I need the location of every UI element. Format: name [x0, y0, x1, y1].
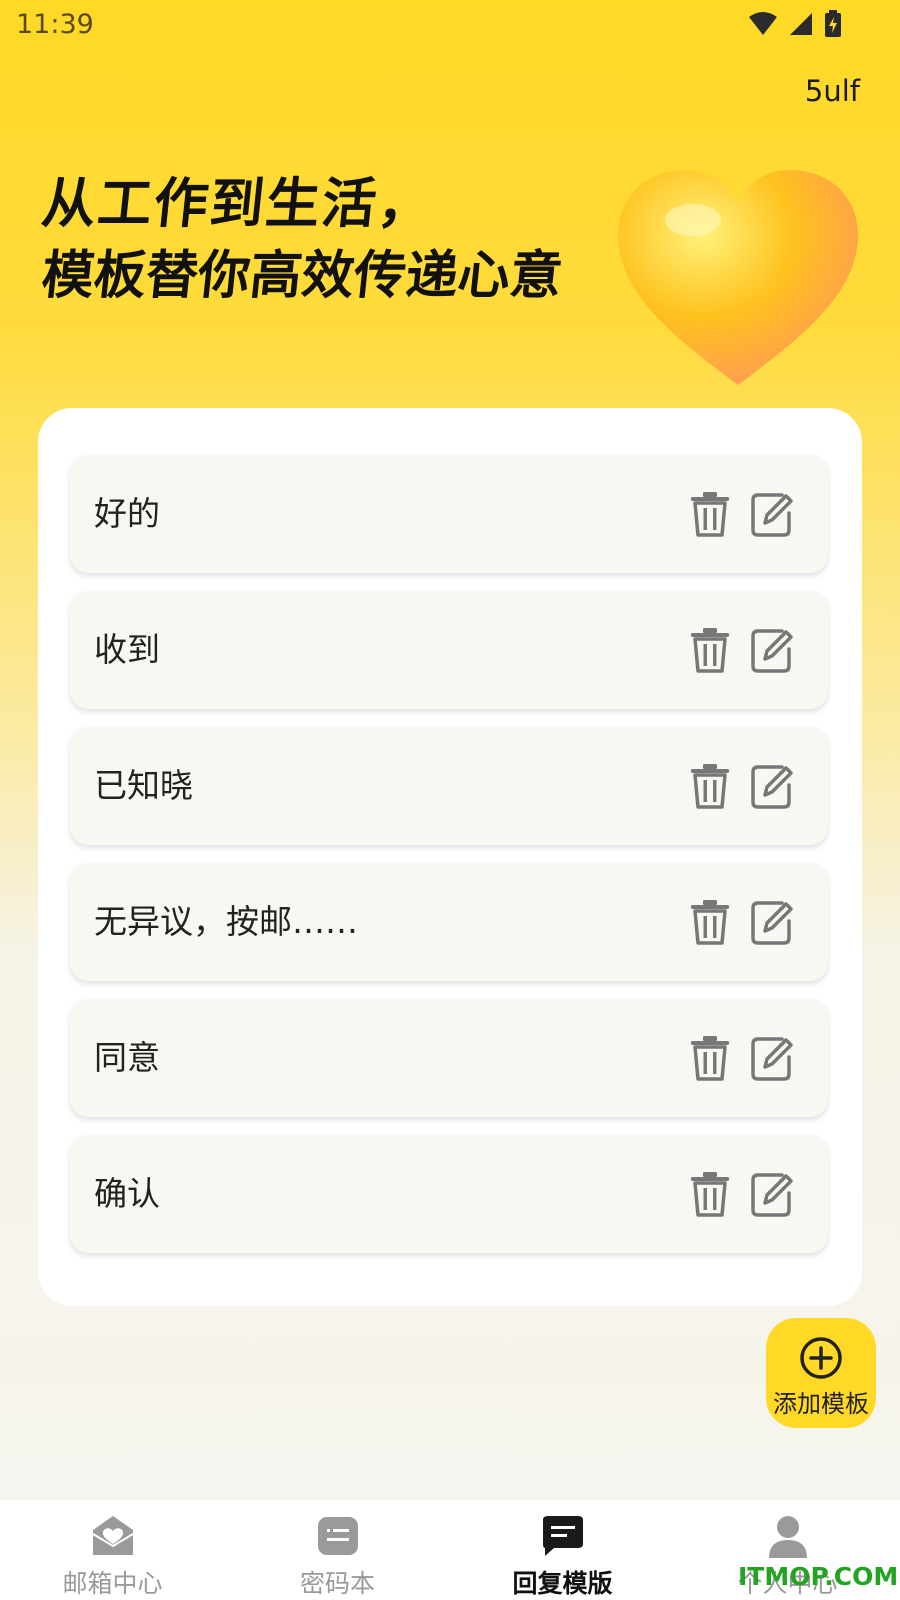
nav-label-mailbox: 邮箱中心	[62, 1569, 163, 1598]
nav-item-password-book[interactable]: 密码本	[225, 1500, 450, 1600]
template-item[interactable]: 确认	[70, 1135, 828, 1253]
edit-template-icon[interactable]	[750, 1171, 794, 1217]
templates-card: 好的收到已知晓无异议，按邮…… 同意确认	[38, 408, 862, 1306]
person-icon	[769, 1516, 807, 1558]
status-bar: 11:39	[0, 0, 900, 52]
template-item[interactable]: 已知晓	[70, 727, 828, 845]
nav-label-reply-templates: 回复模版	[512, 1569, 613, 1598]
delete-template-icon[interactable]	[688, 763, 732, 809]
template-text: 好的	[94, 494, 160, 533]
hero-title: 从工作到生活， 模板替你高效传递心意	[39, 168, 565, 312]
edit-template-icon[interactable]	[750, 627, 794, 673]
nav-label-password-book: 密码本	[299, 1569, 375, 1598]
keyboard-icon	[318, 1517, 358, 1555]
add-template-button[interactable]: 添加模板	[766, 1318, 876, 1428]
template-text: 同意	[94, 1038, 160, 1077]
template-item[interactable]: 同意	[70, 999, 828, 1117]
template-text: 已知晓	[94, 766, 193, 805]
hero-line-1: 从工作到生活，	[38, 172, 438, 235]
battery-icon	[825, 10, 841, 37]
delete-template-icon[interactable]	[688, 491, 732, 537]
watermark: ITMOP.COM	[738, 1562, 899, 1591]
add-circle-icon	[800, 1337, 842, 1379]
delete-template-icon[interactable]	[688, 1035, 732, 1081]
template-item[interactable]: 无异议，按邮……	[70, 863, 828, 981]
mail-heart-icon	[92, 1516, 134, 1555]
status-time: 11:39	[16, 9, 94, 40]
signal-icon	[790, 13, 812, 35]
user-name[interactable]: 5ulf	[805, 74, 860, 108]
edit-template-icon[interactable]	[750, 763, 794, 809]
edit-template-icon[interactable]	[750, 491, 794, 537]
template-text: 收到	[94, 630, 160, 669]
edit-template-icon[interactable]	[750, 1035, 794, 1081]
wifi-icon	[749, 12, 777, 35]
template-item[interactable]: 收到	[70, 591, 828, 709]
template-item[interactable]: 好的	[70, 455, 828, 573]
delete-template-icon[interactable]	[688, 899, 732, 945]
nav-item-reply-templates[interactable]: 回复模版	[450, 1500, 675, 1600]
delete-template-icon[interactable]	[688, 627, 732, 673]
hero-line-2: 模板替你高效传递心意	[38, 246, 566, 306]
status-icons	[748, 10, 842, 38]
message-icon	[543, 1516, 583, 1556]
template-text: 无异议，按邮……	[94, 902, 358, 941]
add-template-label: 添加模板	[773, 1390, 869, 1418]
edit-template-icon[interactable]	[750, 899, 794, 945]
nav-item-mailbox[interactable]: 邮箱中心	[0, 1500, 225, 1600]
template-text: 确认	[94, 1174, 160, 1213]
delete-template-icon[interactable]	[688, 1171, 732, 1217]
heart-illustration	[618, 170, 858, 385]
